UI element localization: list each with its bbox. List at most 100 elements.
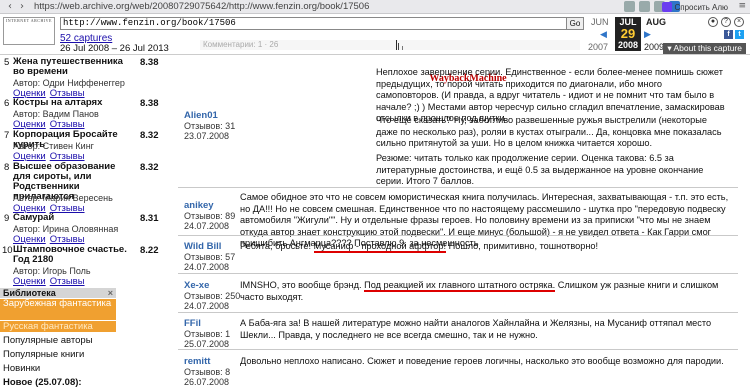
back-icon[interactable]: ‹: [4, 1, 16, 13]
sparkline-tick: [402, 46, 403, 50]
reviewer-name[interactable]: Alien01: [184, 110, 218, 121]
rank-number: 7: [4, 130, 10, 141]
highlighted-phrase: Под реакцией их главного штатного остряк…: [364, 280, 556, 292]
rank-author: Автор: Игорь Поль: [13, 266, 91, 276]
library-heading-label: Библиотека: [3, 288, 56, 298]
review-block: remitt Отзывов: 8 26.07.2008 Довольно не…: [178, 349, 738, 388]
current-date-box: JUL 29 2008: [615, 17, 641, 51]
review-text: IMNSHO, это вообще брэнд. Под реакцией и…: [240, 280, 730, 303]
wayback-icons: ● ? ×: [708, 17, 744, 27]
rank-number: 8: [4, 162, 10, 173]
review-text: Довольно неплохо написано. Сюжет и повед…: [240, 356, 724, 366]
library-heading[interactable]: Библиотека ×: [0, 288, 116, 298]
wayback-toolbar: INTERNET ARCHIVE WaybackMachine http://w…: [0, 14, 750, 84]
rank-title[interactable]: Жена путешественника во времени: [13, 57, 131, 77]
reviews-link[interactable]: Отзывы: [50, 276, 85, 287]
rank-number: 10: [2, 245, 13, 256]
rank-score: 8.22: [140, 245, 159, 256]
rank-title[interactable]: Костры на алтарях: [13, 98, 131, 108]
review-count: Отзывов: 250: [184, 291, 241, 301]
rank-score: 8.32: [140, 162, 159, 173]
reviewer-name[interactable]: Xe-xe: [184, 280, 209, 291]
sparkline-tick: [396, 40, 397, 50]
left-sidebar: 5 Жена путешественника во времени 8.38 А…: [0, 55, 170, 388]
review-count: Отзывов: 8: [184, 367, 231, 377]
next-year[interactable]: 2009: [644, 42, 664, 52]
review-date: 24.07.2008: [184, 262, 230, 272]
capture-range: 26 Jul 2008 – 26 Jul 2013: [60, 43, 169, 54]
current-day: 29: [620, 26, 636, 41]
highlighted-phrase: Мусаниф - проходной аффтор!: [313, 241, 447, 253]
prev-capture-icon[interactable]: ◀: [600, 30, 607, 40]
review-count: Отзывов: 31: [184, 121, 236, 131]
help-icon[interactable]: ?: [721, 17, 731, 27]
menu-icon[interactable]: ≡: [738, 1, 746, 11]
prev-month[interactable]: JUN: [591, 17, 609, 27]
facebook-icon[interactable]: f: [724, 30, 733, 39]
collapse-icon[interactable]: ×: [108, 288, 113, 298]
rank-author: Автор: Одри Ниффенеггер: [13, 78, 125, 88]
review-block: Wild Bill Отзывов: 57 24.07.2008 Ребята,…: [178, 235, 738, 273]
review-count: Отзывов: 89: [184, 211, 236, 221]
library-item-books[interactable]: Популярные книги: [0, 349, 116, 360]
share-icon[interactable]: [639, 1, 650, 12]
rank-author: Автор: Стивен Кинг: [13, 141, 94, 151]
reviewer-name[interactable]: Wild Bill: [184, 241, 221, 252]
ask-alice-button[interactable]: Спросить Алю: [662, 1, 728, 13]
forward-icon[interactable]: ›: [16, 1, 28, 13]
rank-author: Автор: Мария Вересень: [13, 193, 113, 203]
review-text-pre: Ребята, бросьте!: [240, 241, 314, 251]
address-bar[interactable]: https://web.archive.org/web/200807290756…: [34, 1, 369, 12]
reviewer-name[interactable]: anikey: [184, 200, 214, 211]
reviewer-name[interactable]: remitt: [184, 356, 210, 367]
review-text: А Баба-яга за! В нашей литературе можно …: [240, 318, 712, 340]
next-month[interactable]: AUG: [646, 17, 666, 27]
review-count: Отзывов: 57: [184, 252, 236, 262]
rank-score: 8.38: [140, 98, 159, 109]
wayback-logo[interactable]: INTERNET ARCHIVE WaybackMachine: [3, 17, 507, 84]
rank-score: 8.38: [140, 57, 159, 68]
rank-links: Оценки Отзывы: [13, 276, 89, 287]
rank-title[interactable]: Самурай: [13, 213, 131, 223]
review-text-pre: IMNSHO, это вообще брэнд.: [240, 280, 365, 290]
rank-number: 6: [4, 98, 10, 109]
review-block: FFil Отзывов: 1 25.07.2008 А Баба-яга за…: [178, 312, 738, 349]
library-item-authors[interactable]: Популярные авторы: [0, 335, 116, 346]
rank-number: 9: [4, 213, 10, 224]
browser-toolbar: ‹ › https://web.archive.org/web/20080729…: [0, 0, 750, 14]
review-block: Xe-xe Отзывов: 250 24.07.2008 IMNSHO, эт…: [178, 273, 738, 312]
wayback-url-input[interactable]: http://www.fenzin.org/book/17506: [60, 17, 580, 30]
sparkline-tick: [398, 43, 399, 50]
review-date: 26.07.2008: [184, 377, 230, 387]
prev-year[interactable]: 2007: [588, 42, 608, 52]
reviews-area: Неплохое завершение серии. Единственное …: [178, 55, 750, 388]
rank-score: 8.31: [140, 213, 159, 224]
review-block: anikey Отзывов: 89 24.07.2008 Самое обид…: [178, 187, 738, 248]
rank-title[interactable]: Штамповочное счастье. Год 2180: [13, 245, 131, 265]
wayback-logo-top: INTERNET ARCHIVE: [5, 18, 53, 23]
go-button[interactable]: Go: [566, 17, 584, 30]
library-item-foreign[interactable]: Зарубежная фантастика: [0, 299, 116, 320]
review-date: 23.07.2008: [184, 131, 230, 141]
review-text-post: Пошло, примитивно, тошнотворно!: [446, 241, 599, 251]
review-date: 25.07.2008: [184, 339, 230, 349]
rank-author: Автор: Вадим Панов: [13, 109, 99, 119]
library-item-latest[interactable]: Новое (25.07.08):: [0, 377, 116, 388]
about-capture-button[interactable]: ▾ About this capture: [663, 43, 746, 54]
bookmark-icon[interactable]: [624, 1, 635, 12]
ratings-link[interactable]: Оценки: [13, 276, 46, 287]
rank-number: 5: [4, 57, 10, 68]
reviewer-name[interactable]: FFil: [184, 318, 201, 329]
library-item-russian[interactable]: Русская фантастика: [0, 321, 116, 332]
review-date: 24.07.2008: [184, 301, 230, 311]
rank-score: 8.32: [140, 130, 159, 141]
sparkline-label: Комментарии: 1 · 26: [203, 40, 279, 49]
current-year: 2008: [617, 40, 639, 50]
close-icon[interactable]: ×: [734, 17, 744, 27]
social-icons: f t: [724, 30, 744, 39]
next-capture-icon[interactable]: ▶: [644, 30, 651, 40]
user-icon[interactable]: ●: [708, 17, 718, 27]
twitter-icon[interactable]: t: [735, 30, 744, 39]
review-text: Ребята, бросьте! Мусаниф - проходной афф…: [240, 241, 730, 253]
library-item-new[interactable]: Новинки: [0, 363, 116, 374]
